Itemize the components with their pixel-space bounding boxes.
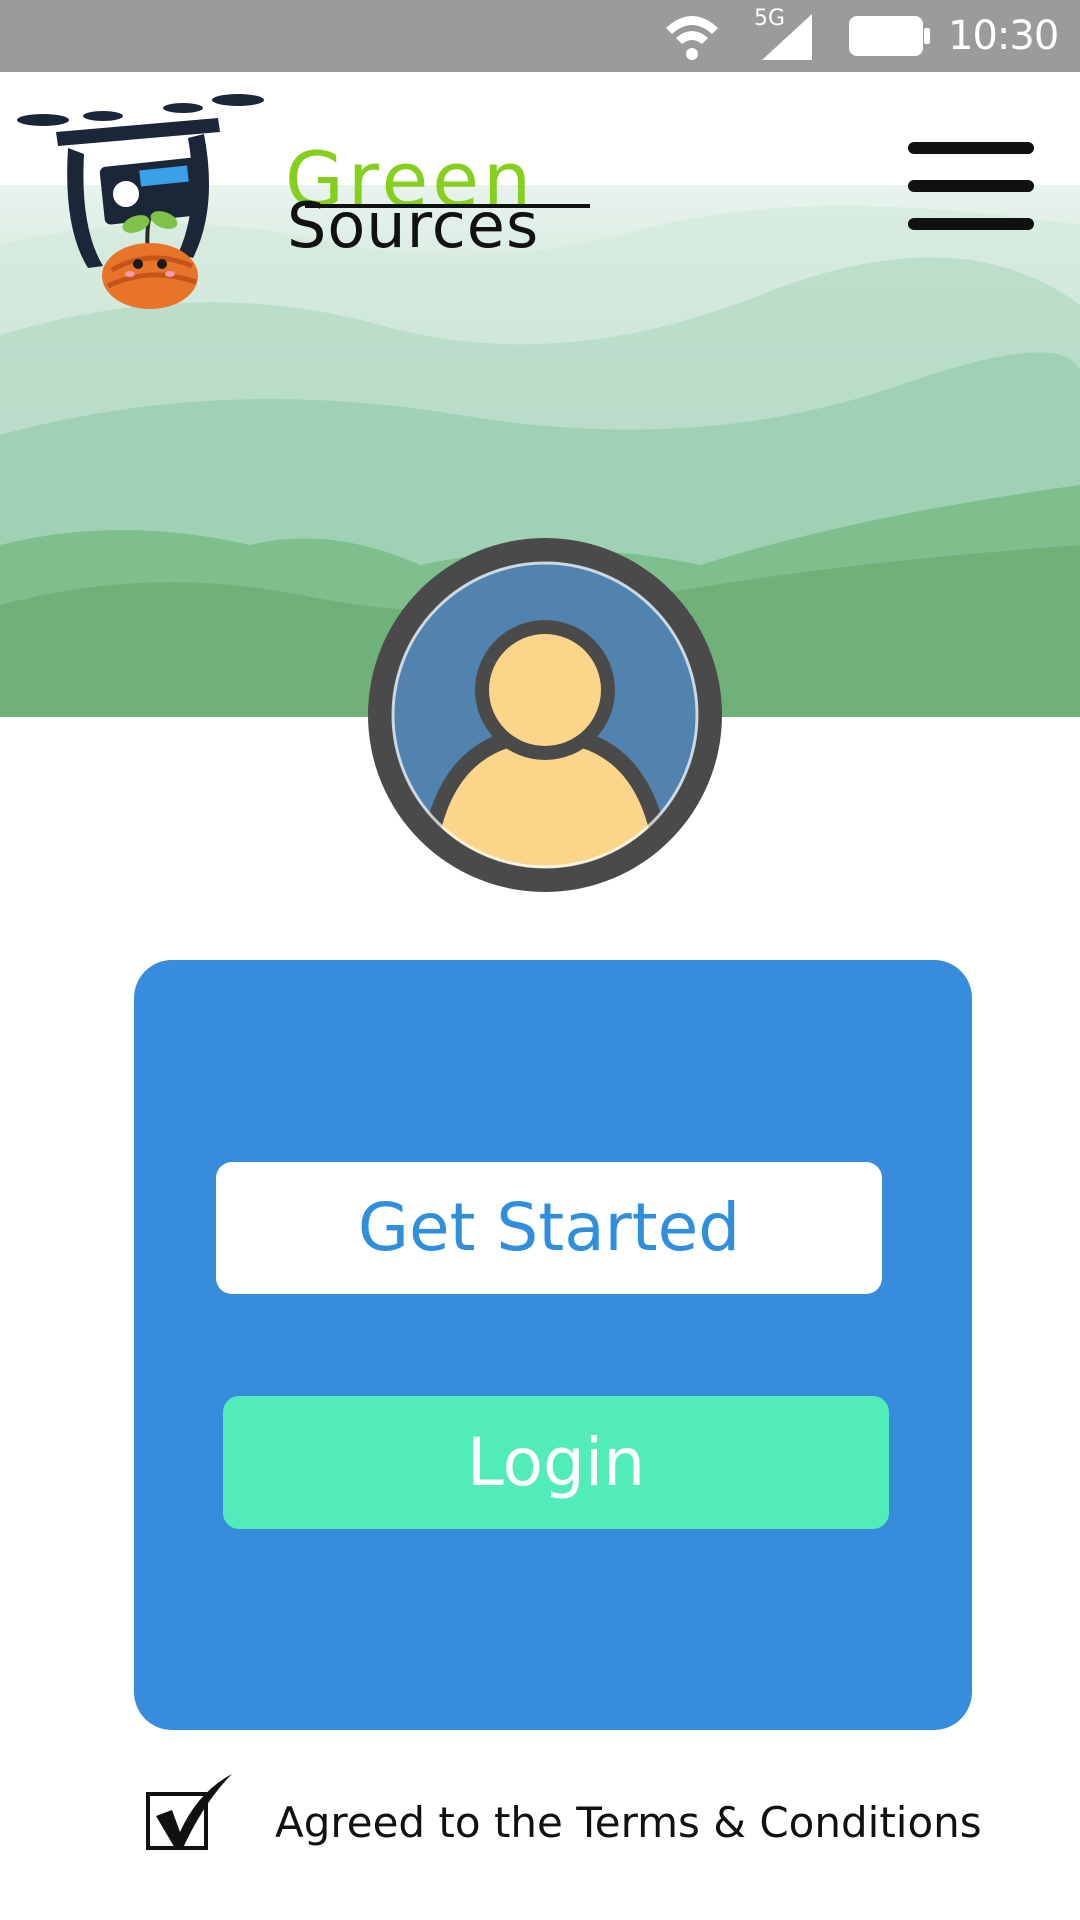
get-started-button[interactable]: Get Started xyxy=(216,1162,882,1294)
auth-card: Get Started Login xyxy=(134,960,972,1730)
menu-line-middle xyxy=(908,180,1034,192)
status-bar: 5G 10:30 xyxy=(0,0,1080,72)
terms-checkbox[interactable] xyxy=(146,1772,234,1852)
wifi-icon xyxy=(666,16,718,60)
terms-label: Agreed to the Terms & Conditions xyxy=(275,1798,982,1847)
login-button[interactable]: Login xyxy=(223,1396,889,1529)
signal-icon xyxy=(762,14,812,60)
drone-seed-logo-icon xyxy=(17,94,264,309)
user-avatar-icon[interactable] xyxy=(368,538,722,892)
clock: 10:30 xyxy=(948,13,1059,59)
brand-line-sources: Sources xyxy=(287,189,540,262)
battery-icon xyxy=(849,16,930,56)
hamburger-menu-icon[interactable] xyxy=(908,138,1036,234)
brand-wordmark: Green Sources xyxy=(285,140,615,260)
menu-line-top xyxy=(908,142,1034,154)
menu-line-bottom xyxy=(908,218,1034,230)
